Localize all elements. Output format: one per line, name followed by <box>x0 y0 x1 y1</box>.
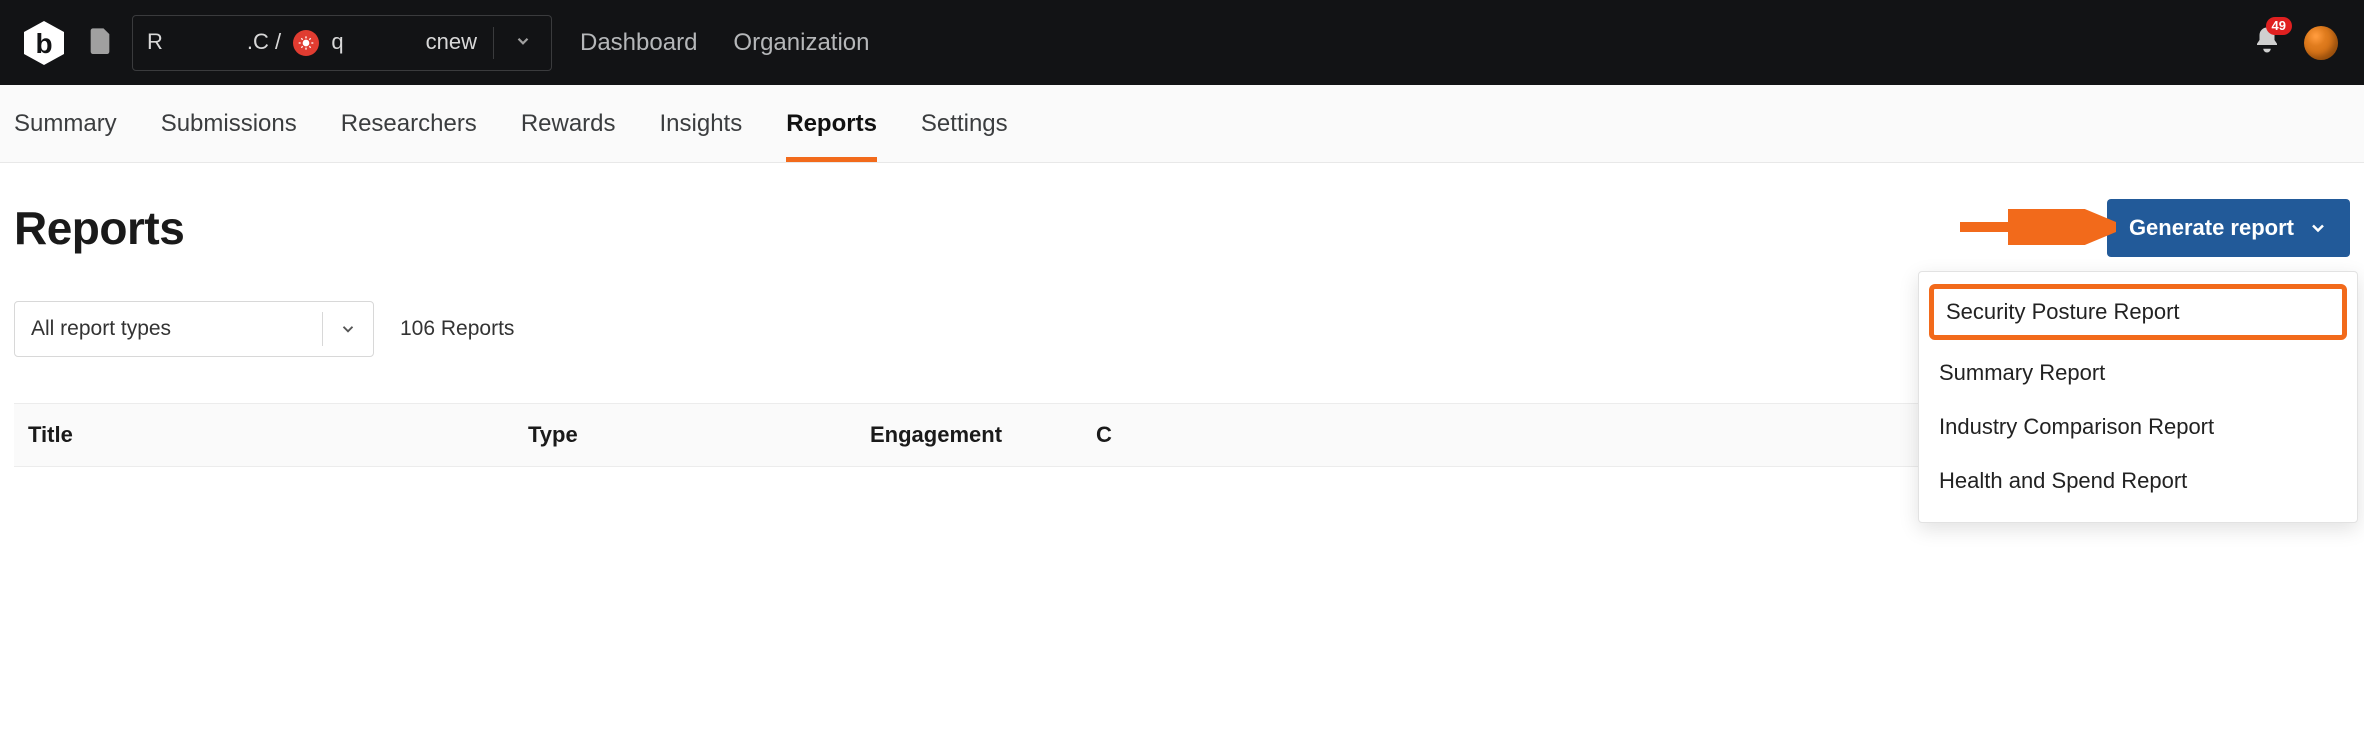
chevron-down-icon[interactable] <box>510 26 536 60</box>
bugcrowd-logo-icon: b <box>20 19 68 67</box>
document-icon[interactable] <box>86 24 114 61</box>
svg-text:b: b <box>35 28 52 59</box>
dropdown-item-security-posture[interactable]: Security Posture Report <box>1929 284 2347 340</box>
breadcrumb-text: R.C / qcnew <box>147 29 477 56</box>
main-content: Reports Generate report Security Posture… <box>0 163 2364 467</box>
tab-rewards[interactable]: Rewards <box>521 88 616 160</box>
breadcrumb-divider <box>493 27 494 59</box>
avatar[interactable] <box>2304 26 2338 60</box>
select-divider <box>322 312 323 346</box>
report-type-select-value: All report types <box>31 317 171 341</box>
chevron-down-icon <box>339 320 357 338</box>
generate-report-button[interactable]: Generate report <box>2107 199 2350 257</box>
bug-icon <box>293 30 319 56</box>
column-header-title[interactable]: Title <box>28 422 528 448</box>
header-right: 49 <box>2252 25 2344 60</box>
top-header: b R.C / qcnew Dashboard Organization 49 <box>0 0 2364 85</box>
tab-researchers[interactable]: Researchers <box>341 88 477 160</box>
tab-submissions[interactable]: Submissions <box>161 88 297 160</box>
dropdown-item-summary-report[interactable]: Summary Report <box>1919 346 2357 400</box>
dropdown-item-industry-comparison[interactable]: Industry Comparison Report <box>1919 400 2357 454</box>
dropdown-item-health-spend[interactable]: Health and Spend Report <box>1919 454 2357 508</box>
reports-count: 106 Reports <box>400 317 514 341</box>
report-type-select[interactable]: All report types <box>14 301 374 357</box>
chevron-down-icon <box>2308 218 2328 238</box>
generate-report-dropdown: Security Posture Report Summary Report I… <box>1918 271 2358 523</box>
annotation-arrow-icon <box>1956 209 2116 245</box>
top-nav: Dashboard Organization <box>580 29 870 57</box>
sub-nav: Summary Submissions Researchers Rewards … <box>0 85 2364 163</box>
notifications-button[interactable]: 49 <box>2252 25 2282 60</box>
tab-settings[interactable]: Settings <box>921 88 1008 160</box>
brand-logo[interactable]: b <box>20 19 68 67</box>
tab-reports[interactable]: Reports <box>786 88 877 160</box>
column-header-engagement[interactable]: Engagement <box>870 422 1096 448</box>
column-header-type[interactable]: Type <box>528 422 870 448</box>
column-header-c[interactable]: C <box>1096 422 1112 448</box>
tab-summary[interactable]: Summary <box>14 88 117 160</box>
page-title: Reports <box>14 201 184 255</box>
generate-report-label: Generate report <box>2129 215 2294 241</box>
nav-organization[interactable]: Organization <box>733 29 869 57</box>
breadcrumb[interactable]: R.C / qcnew <box>132 15 552 71</box>
notification-count-badge: 49 <box>2266 17 2292 35</box>
tab-insights[interactable]: Insights <box>660 88 743 160</box>
nav-dashboard[interactable]: Dashboard <box>580 29 697 57</box>
